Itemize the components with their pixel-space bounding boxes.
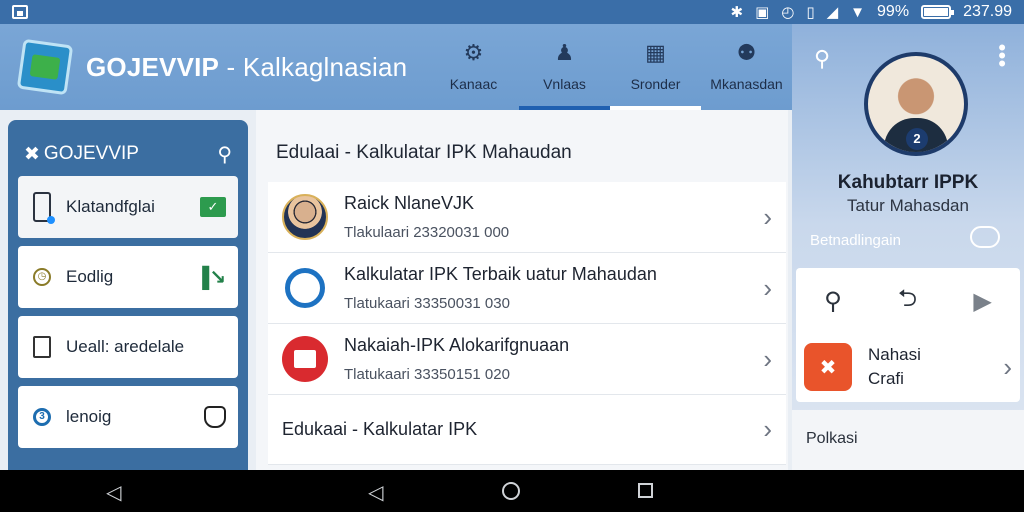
chart-icon: ▐↘ [195, 266, 226, 289]
drawer-item-lenoig[interactable]: 3 lenoig [18, 386, 238, 448]
nav-bar: ◁ ◁ [0, 470, 1024, 512]
cloud-icon[interactable] [970, 226, 1000, 248]
search-icon[interactable]: ⚲ [824, 287, 842, 316]
back-icon[interactable]: ◁ [106, 480, 121, 505]
settings-link[interactable]: Betnadlingain [810, 232, 901, 249]
alarm-icon: ◴ [781, 3, 795, 21]
chevron-right-icon: › [1003, 351, 1012, 382]
chevron-right-icon: › [763, 343, 772, 374]
play-icon[interactable]: ▶ [973, 287, 991, 316]
app-title: GOJEVVIP - Kalkaglnasian [86, 52, 407, 83]
calculator-icon: ▦ [645, 40, 666, 65]
tab-label: Mkanasdan [710, 76, 783, 92]
search-icon[interactable]: ⚲ [217, 142, 232, 167]
app-header: GOJEVVIP - Kalkaglnasian ⚙ Kanaac ♟ Vnla… [0, 24, 792, 110]
person-icon: ♟ [554, 40, 575, 65]
logo-inner [29, 54, 61, 80]
avatar[interactable]: 2 [864, 52, 968, 156]
list-item-title: Nakaiah-IPK Alokarifgnuaan [344, 335, 570, 355]
phone-icon [33, 192, 55, 224]
list-item-subtitle: Tlatukaari 33350031 030 [344, 295, 510, 312]
tab-label: Sronder [630, 76, 681, 92]
app-icon: ✖ [804, 343, 852, 391]
quick-actions: ⚲ ⮌ ▶ [796, 268, 1020, 334]
page-title: Edulaai - Kalkulatar IPK Mahaudan [276, 142, 572, 163]
list-item[interactable]: Raick NlaneVJK Tlakulaari 23320031 000 › [268, 182, 786, 253]
vibrate-icon: ▯ [806, 3, 815, 21]
header-tabs: ⚙ Kanaac ♟ Vnlaas ▦ Sronder ⚉ Mkanasdan [428, 24, 792, 110]
status-bar: ✱ ▣ ◴ ▯ ◢ ▼ 99% 237.99 [0, 0, 1024, 24]
list-item-subtitle: Tlatukaari 33350151 020 [344, 366, 510, 383]
profile-icon: ⚉ [736, 40, 757, 65]
list-item[interactable]: Nakaiah-IPK Alokarifgnuaan Tlatukaari 33… [268, 324, 786, 395]
status-right: ✱ ▣ ◴ ▯ ◢ ▼ 99% 237.99 [731, 3, 1013, 21]
main-content: Edulaai - Kalkulatar IPK Mahaudan Raick … [256, 110, 788, 470]
list-item-title: Edukaai - Kalkulatar IPK [282, 419, 478, 439]
chevron-right-icon: › [763, 272, 772, 303]
home-icon[interactable] [502, 482, 520, 500]
app-shortcut-title: Nahasi [868, 345, 921, 364]
drawer-item-klatandfglai[interactable]: Klatandfglai ✓ [18, 176, 238, 238]
drawer-item-eodlig[interactable]: ◷ Eodlig ▐↘ [18, 246, 238, 308]
more-options-icon[interactable]: • • • [998, 37, 1006, 75]
drawer-item-label: lenoig [66, 407, 112, 426]
document-icon [282, 336, 328, 382]
side-drawer: ✖ GOJEVVIP ⚲ Klatandfglai ✓ ◷ Eodlig ▐↘ … [8, 120, 248, 470]
chevron-right-icon: › [763, 414, 772, 444]
tab-sronder[interactable]: ▦ Sronder [610, 24, 701, 110]
app-shortcut-subtitle: Crafi [868, 369, 904, 388]
list-item-footer[interactable]: Edukaai - Kalkulatar IPK › [268, 395, 786, 465]
tab-mkanasdan[interactable]: ⚉ Mkanasdan [701, 24, 792, 110]
tab-kanaac[interactable]: ⚙ Kanaac [428, 24, 519, 110]
list-item-title: Raick NlaneVJK [344, 193, 475, 213]
battery-fill [924, 8, 948, 16]
tab-label: Vnlaas [543, 76, 586, 92]
person-photo [282, 194, 328, 240]
recents-icon[interactable] [638, 483, 653, 498]
drawer-item-label: Klatandfglai [66, 197, 155, 216]
result-list: Raick NlaneVJK Tlakulaari 23320031 000 ›… [268, 182, 786, 465]
search-icon[interactable]: ⚲ [814, 46, 830, 72]
nfc-icon: ▣ [755, 3, 770, 21]
quick-actions-card: ⚲ ⮌ ▶ ✖ Nahasi Crafi › [796, 268, 1020, 402]
chevron-right-icon: › [763, 201, 772, 232]
tab-label: Kanaac [449, 76, 498, 92]
battery-percent: 99% [877, 3, 910, 20]
drawer-header: ✖ GOJEVVIP ⚲ [8, 132, 248, 176]
list-item-title: Kalkulatar IPK Terbaik uatur Mahaudan [344, 264, 657, 284]
app-logo-icon[interactable] [16, 38, 74, 96]
battery-icon [921, 5, 955, 19]
brand-x-icon: ✖ [24, 143, 40, 165]
tab-vnlaas[interactable]: ♟ Vnlaas [519, 24, 610, 110]
clock: 237.99 [963, 3, 1012, 20]
list-item-subtitle: Tlakulaari 23320031 000 [344, 224, 510, 241]
share-icon[interactable]: ⮌ [898, 281, 917, 322]
check-card-icon: ✓ [200, 197, 226, 217]
search-ring-icon [285, 268, 325, 308]
drawer-item-label: Eodlig [66, 267, 114, 286]
shield-icon [204, 406, 226, 428]
profile-subtitle: Tatur Mahasdan [847, 196, 969, 215]
drawer-item-label: Ueall: aredelale [66, 337, 185, 356]
profile-panel: ⚲ • • • 2 Kahubtarr IPPK Tatur Mahasdan Be… [792, 24, 1024, 470]
app-shortcut[interactable]: ✖ Nahasi Crafi › [796, 334, 1020, 400]
avatar-badge: 2 [906, 128, 928, 150]
back-icon[interactable]: ◁ [368, 480, 383, 505]
info-icon: 3 [33, 408, 51, 426]
drawer-item-ueall[interactable]: Ueall: aredelale [18, 316, 238, 378]
app-title-rest: - Kalkaglnasian [219, 51, 408, 82]
drawer-title: GOJEVVIP [43, 143, 139, 164]
app-title-brand: GOJEVVIP [86, 51, 220, 82]
bluetooth-icon: ✱ [730, 3, 744, 21]
section-label[interactable]: Polkasi [792, 410, 1024, 470]
gallery-icon [12, 5, 28, 19]
wifi-icon: ▼ [850, 3, 866, 21]
document-icon [33, 336, 51, 358]
profile-name: Kahubtarr IPPK [837, 172, 979, 193]
signal-icon: ◢ [826, 3, 839, 21]
gear-icon: ⚙ [463, 40, 484, 65]
list-item[interactable]: Kalkulatar IPK Terbaik uatur Mahaudan Tl… [268, 253, 786, 324]
clock-icon: ◷ [33, 268, 51, 286]
